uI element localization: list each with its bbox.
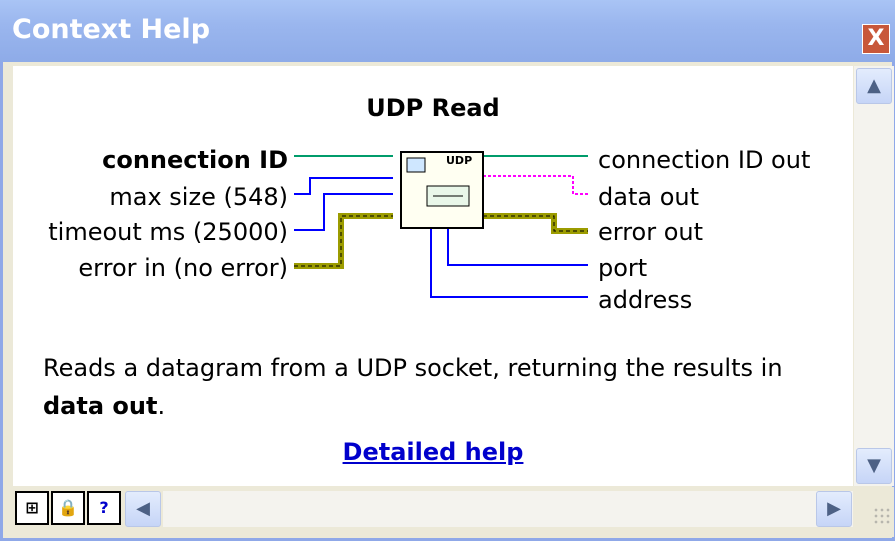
scroll-right-button[interactable]: ▶ xyxy=(816,491,852,527)
bottom-toolbar: ⊞ 🔒 ? ◀ ▶ xyxy=(13,487,894,537)
chevron-down-icon: ▼ xyxy=(867,455,881,476)
input-timeout: timeout ms (25000) xyxy=(48,218,288,246)
chevron-up-icon: ▲ xyxy=(867,75,881,96)
output-connection-id-out: connection ID out xyxy=(598,146,811,174)
help-button[interactable]: ? xyxy=(87,491,121,525)
detailed-help-link[interactable]: Detailed help xyxy=(13,438,853,466)
title-bar[interactable]: Context Help X xyxy=(0,0,895,62)
window-title: Context Help xyxy=(12,14,211,45)
scroll-down-button[interactable]: ▼ xyxy=(856,448,892,484)
input-max-size: max size (548) xyxy=(109,183,288,211)
scroll-up-button[interactable]: ▲ xyxy=(856,68,892,104)
description-text: Reads a datagram from a UDP socket, retu… xyxy=(43,354,783,382)
terminal-icon: ⊞ xyxy=(25,498,39,517)
chevron-left-icon: ◀ xyxy=(136,498,150,519)
input-connection-id: connection ID xyxy=(102,146,288,174)
resize-grip-icon[interactable] xyxy=(873,507,891,525)
input-error-in: error in (no error) xyxy=(78,254,288,282)
output-error-out: error out xyxy=(598,218,704,246)
show-optional-terminals-button[interactable]: ⊞ xyxy=(15,491,49,525)
scroll-left-button[interactable]: ◀ xyxy=(125,491,161,527)
output-address: address xyxy=(598,286,693,314)
close-button[interactable]: X xyxy=(862,24,890,54)
context-help-window: Context Help X UDP Read UDP connection I… xyxy=(0,0,895,541)
lock-button[interactable]: 🔒 xyxy=(51,491,85,525)
chevron-right-icon: ▶ xyxy=(827,498,841,519)
lock-icon: 🔒 xyxy=(58,498,78,517)
output-port: port xyxy=(598,254,648,282)
help-icon: ? xyxy=(99,498,109,517)
description-bold: data out xyxy=(43,392,158,420)
connector-diagram: UDP xyxy=(294,151,588,298)
help-content: UDP Read UDP connection ID max size (548… xyxy=(13,66,853,486)
output-data-out: data out xyxy=(598,183,699,211)
horizontal-scrollbar[interactable] xyxy=(163,491,853,527)
description: Reads a datagram from a UDP socket, retu… xyxy=(43,349,833,425)
description-period: . xyxy=(157,392,166,420)
vertical-scrollbar[interactable]: ▲ ▼ xyxy=(854,66,894,486)
udp-icon-label: UDP xyxy=(446,154,472,167)
